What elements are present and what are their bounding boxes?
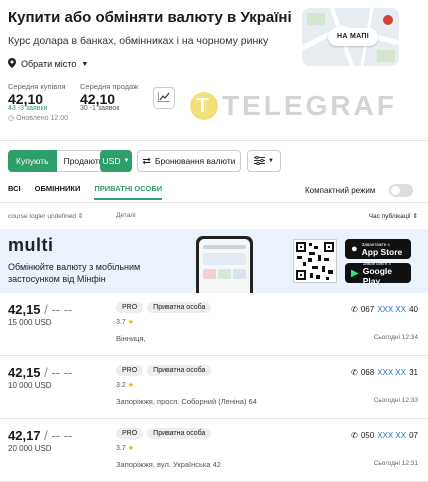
listing-rate: 42,15 / -- -- <box>8 365 73 380</box>
map-card[interactable]: НА МАПІ <box>302 8 399 66</box>
booking-button[interactable]: ⇄ Бронювання валюти <box>137 150 241 172</box>
phone-number[interactable]: ✆ 068 XXX XX 31 <box>351 368 418 377</box>
listing-amount: 15 000 USD <box>8 318 52 327</box>
seller-rating: 3.7 ★ <box>116 319 134 326</box>
star-icon: ★ <box>127 319 134 326</box>
phone-number[interactable]: ✆ 067 XXX XX 40 <box>351 305 418 314</box>
seller-type-badge: Приватна особа <box>147 428 212 439</box>
google-play-icon: ▶ <box>351 267 359 279</box>
compact-mode-switch[interactable] <box>389 184 414 197</box>
chart-line-icon <box>157 89 170 107</box>
col-course-header[interactable]: course togler undefined ⇕ <box>8 212 83 220</box>
listing-rate: 42,15 / -- -- <box>8 302 73 317</box>
phone-icon: ✆ <box>351 368 358 377</box>
col-details-header: Деталі <box>116 212 136 219</box>
divider <box>0 202 428 203</box>
telegraf-logo-icon: T <box>190 92 218 120</box>
phone-reveal[interactable]: XXX XX <box>377 431 406 440</box>
app-promo-banner[interactable]: multi Обмінюйте валюту з мобільним засто… <box>0 229 428 293</box>
page-title: Купити або обміняти валюту в Україні <box>8 9 292 26</box>
google-play-button[interactable]: ▶ Завантажте з Google Play <box>345 261 411 286</box>
watermark: T TELEGRAF <box>190 90 397 122</box>
chevron-down-icon: ▼ <box>123 158 130 164</box>
seller-type-badge: Приватна особа <box>147 365 212 376</box>
star-icon: ★ <box>127 382 134 389</box>
listing-address: Запоріжжя, просп. Соборний (Леніна) 64 <box>116 397 257 406</box>
avg-buy-requests: 43 -3 заявки <box>8 105 48 112</box>
city-select[interactable]: Обрати місто ▼ <box>8 58 88 70</box>
banner-text: Обмінюйте валюту з мобільним застосунком… <box>8 262 141 284</box>
city-select-label: Обрати місто <box>21 59 77 69</box>
avg-sell-requests: 30 -1 заявок <box>80 105 120 112</box>
apple-icon: ● <box>351 243 358 255</box>
filter-button[interactable]: ▼ <box>247 150 281 172</box>
clock-icon: ◷ <box>8 115 15 122</box>
compact-mode: Компактний режим <box>305 184 414 197</box>
avg-sell-label: Середня продаж <box>80 82 139 91</box>
exchange-arrows-icon: ⇄ <box>142 155 151 167</box>
sort-icon: ⇕ <box>77 213 84 220</box>
pro-badge: PRO <box>116 365 144 376</box>
sort-icon: ⇕ <box>412 213 418 220</box>
qr-code <box>293 239 337 283</box>
avg-buy-label: Середня купівля <box>8 82 66 91</box>
sliders-icon <box>254 152 266 170</box>
pro-badge: PRO <box>116 302 144 313</box>
phone-mockup <box>196 236 253 293</box>
chart-button[interactable] <box>153 87 175 109</box>
listing-time: Сьогодні 12:34 <box>373 334 418 341</box>
currency-select[interactable]: USD ▼ <box>100 150 132 172</box>
phone-reveal[interactable]: XXX XX <box>377 368 406 377</box>
phone-number[interactable]: ✆ 050 XXX XX 07 <box>351 431 418 440</box>
listing-address: Запоріжжя, вул. Українська 42 <box>116 460 221 469</box>
location-pin-icon <box>8 58 16 70</box>
chevron-down-icon: ▼ <box>268 158 274 164</box>
listing-row[interactable]: 42,15 / -- -- 10 000 USD PRO Приватна ос… <box>0 357 428 419</box>
listing-time: Сьогодні 12:31 <box>373 460 418 467</box>
phone-reveal[interactable]: XXX XX <box>377 305 406 314</box>
buy-toggle-button[interactable]: Купують <box>8 150 57 172</box>
listing-time: Сьогодні 12:33 <box>373 397 418 404</box>
currency-label: USD <box>102 156 121 166</box>
buy-sell-toggle: Купують Продають <box>8 150 112 172</box>
listing-row[interactable]: 42,17 / -- -- 20 000 USD PRO Приватна ос… <box>0 420 428 482</box>
booking-label: Бронювання валюти <box>154 156 236 166</box>
seller-type-badge: Приватна особа <box>147 302 212 313</box>
compact-mode-label: Компактний режим <box>305 186 376 195</box>
page-subtitle: Курс долара в банках, обмінниках і на чо… <box>8 35 269 47</box>
updated-time: ◷ Оновлено 12:00 <box>8 115 69 122</box>
listing-rate: 42,17 / -- -- <box>8 428 73 443</box>
col-time-header[interactable]: Час публікації ⇕ <box>369 212 418 220</box>
chevron-down-icon: ▼ <box>81 60 89 68</box>
phone-icon: ✆ <box>351 305 358 314</box>
listing-amount: 20 000 USD <box>8 444 52 453</box>
tab-all[interactable]: ВСІ <box>8 184 21 200</box>
watermark-text: TELEGRAF <box>222 90 397 121</box>
app-store-button[interactable]: ● Завантажте з App Store <box>345 239 411 259</box>
listing-row[interactable]: 42,15 / -- -- 15 000 USD PRO Приватна ос… <box>0 294 428 356</box>
tab-exchangers[interactable]: ОБМІННИКИ <box>35 184 81 200</box>
seller-rating: 3.2 ★ <box>116 382 134 389</box>
phone-icon: ✆ <box>351 431 358 440</box>
tab-private[interactable]: ПРИВАТНІ ОСОБИ <box>94 184 163 200</box>
star-icon: ★ <box>127 445 134 452</box>
listing-amount: 10 000 USD <box>8 381 52 390</box>
listing-address: Вінниця, <box>116 334 146 343</box>
map-button[interactable]: НА МАПІ <box>328 28 378 46</box>
seller-rating: 3.7 ★ <box>116 445 134 452</box>
multi-logo: multi <box>8 235 54 255</box>
seller-tabs: ВСІ ОБМІННИКИ ПРИВАТНІ ОСОБИ <box>8 184 163 200</box>
pro-badge: PRO <box>116 428 144 439</box>
divider <box>0 140 428 141</box>
